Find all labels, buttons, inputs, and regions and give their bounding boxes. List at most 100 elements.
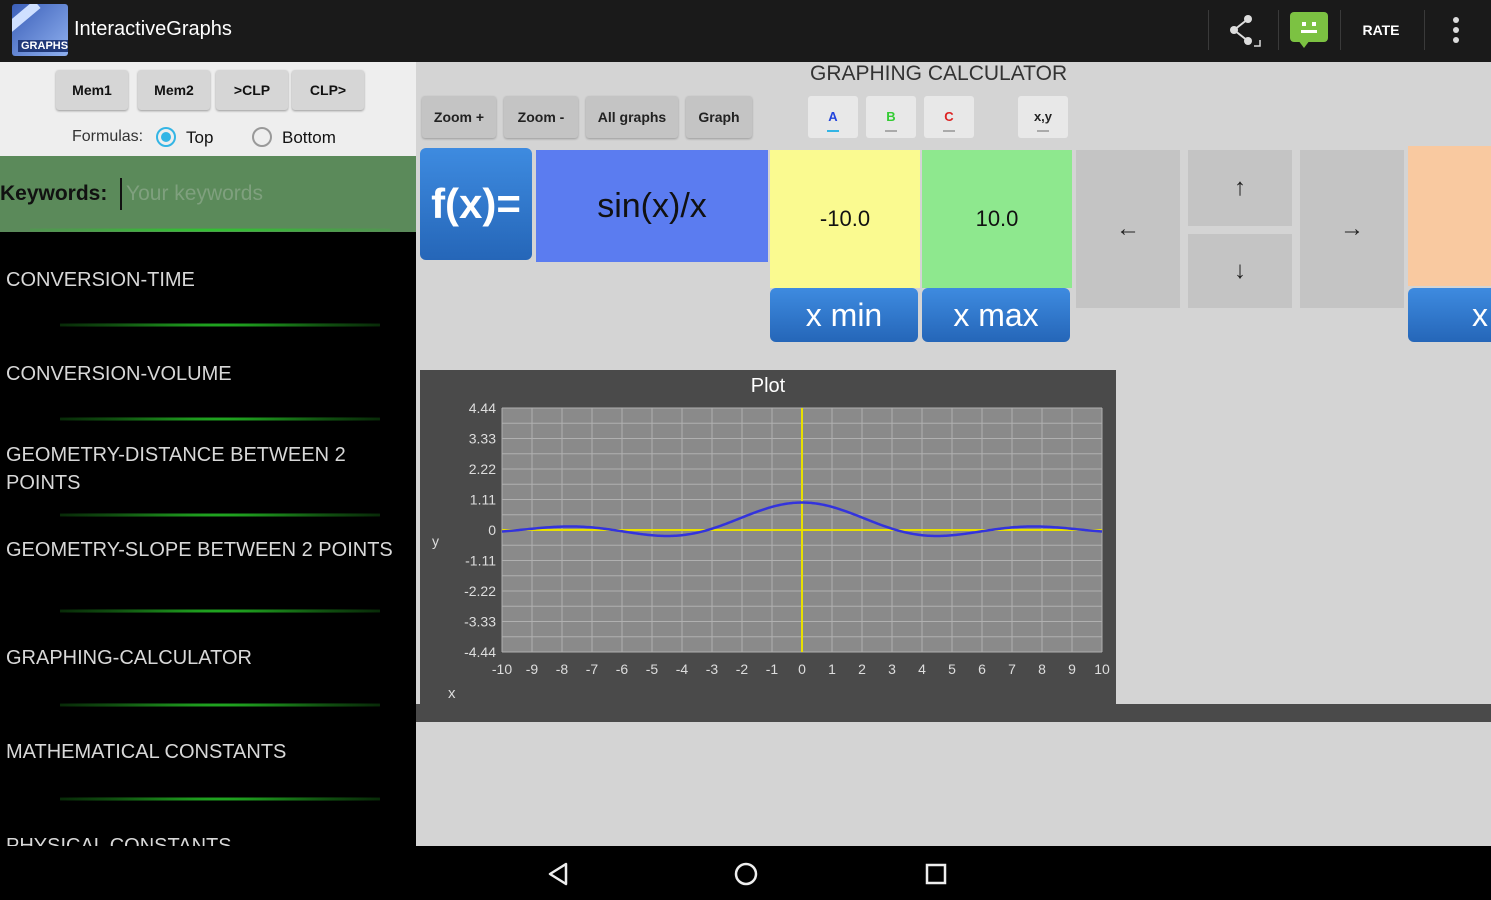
y-tick-label: 2.22 — [469, 461, 496, 477]
graph-b-button[interactable]: B — [866, 96, 916, 138]
ymin-field[interactable] — [1408, 146, 1491, 286]
x-tick-label: 4 — [918, 661, 926, 677]
pan-left-button[interactable]: ← — [1076, 150, 1180, 308]
home-icon[interactable] — [732, 860, 760, 888]
all-graphs-button[interactable]: All graphs — [586, 96, 678, 138]
xy-button[interactable]: x,y — [1018, 96, 1068, 138]
y-tick-label: -4.44 — [464, 644, 496, 660]
plot-area: Plot y x -10 -9 -8 -7 -6 -5 -4 -3 -2 -1 0 1 2 3 4 5 6 7 8 9… — [420, 370, 1116, 704]
graph-c-button[interactable]: C — [924, 96, 974, 138]
list-item[interactable]: CONVERSION-TIME — [0, 232, 416, 327]
y-tick-label: -3.33 — [464, 614, 496, 630]
copy-to-clipboard-button[interactable]: >CLP — [216, 70, 288, 110]
list-item-label: GRAPHING-CALCULATOR — [6, 647, 252, 669]
list-item-label: GEOMETRY-DISTANCE BETWEEN 2 POINTS — [6, 444, 346, 494]
graph-c-label: C — [944, 109, 954, 124]
recents-icon[interactable] — [922, 860, 950, 888]
list-item[interactable]: PHYSICAL CONSTANTS — [0, 800, 416, 846]
radio-top-label[interactable]: Top — [186, 128, 213, 148]
app-icon-label: GRAPHS — [18, 40, 68, 52]
mem2-button[interactable]: Mem2 — [138, 70, 210, 110]
x-tick-label: -5 — [646, 661, 659, 677]
xmin-button[interactable]: x min — [770, 288, 918, 342]
plot-chart: Plot y x -10 -9 -8 -7 -6 -5 -4 -3 -2 -1 0 1 2 3 4 5 6 7 8 9… — [432, 375, 1110, 702]
x-tick-label: -8 — [556, 661, 569, 677]
list-item-label: GEOMETRY-SLOPE BETWEEN 2 POINTS — [6, 539, 393, 561]
x-tick-label: 7 — [1008, 661, 1016, 677]
y-tick-label: -2.22 — [464, 583, 496, 599]
y-axis-label: y — [432, 533, 439, 549]
share-icon[interactable] — [1212, 10, 1274, 50]
x-tick-label: 2 — [858, 661, 866, 677]
x-tick-label: 5 — [948, 661, 956, 677]
overflow-menu-icon[interactable] — [1446, 14, 1466, 46]
radio-bottom-label[interactable]: Bottom — [282, 128, 336, 148]
formulas-label: Formulas: — [72, 128, 144, 145]
keywords-bar: Keywords: — [0, 156, 416, 232]
list-item[interactable]: MATHEMATICAL CONSTANTS — [0, 706, 416, 801]
x-tick-label: 0 — [798, 661, 806, 677]
mem1-button[interactable]: Mem1 — [56, 70, 128, 110]
chart-title: Plot — [751, 375, 786, 397]
rate-button[interactable]: RATE — [1350, 18, 1412, 42]
y-tick-label: 4.44 — [469, 400, 496, 416]
x-axis-label: x — [448, 685, 456, 702]
radio-top[interactable] — [156, 127, 176, 147]
list-item[interactable]: GEOMETRY-SLOPE BETWEEN 2 POINTS — [0, 516, 416, 613]
calculator-title: GRAPHING CALCULATOR — [810, 62, 1068, 85]
x-tick-label: -1 — [766, 661, 779, 677]
graph-b-label: B — [886, 109, 896, 124]
list-item[interactable]: CONVERSION-VOLUME — [0, 326, 416, 421]
list-item-label: CONVERSION-VOLUME — [6, 363, 232, 385]
y-tick-label: -1.11 — [465, 553, 496, 569]
plot-divider — [416, 704, 1491, 722]
y-tick-label: 3.33 — [469, 431, 496, 447]
system-navbar — [0, 846, 1491, 900]
graph-button[interactable]: Graph — [686, 96, 752, 138]
y-tick-label: 0 — [488, 522, 496, 538]
keywords-input[interactable] — [120, 178, 416, 210]
xmax-button[interactable]: x max — [922, 288, 1070, 342]
list-item[interactable]: GEOMETRY-DISTANCE BETWEEN 2 POINTS — [0, 420, 416, 517]
keyword-list: CONVERSION-TIME CONVERSION-VOLUME GEOMET… — [0, 232, 416, 846]
keywords-label: Keywords: — [0, 182, 108, 205]
x-tick-label: 8 — [1038, 661, 1046, 677]
function-input[interactable]: sin(x)/x — [536, 150, 768, 262]
x-tick-label: -7 — [586, 661, 599, 677]
xy-label: x,y — [1033, 109, 1053, 124]
y-tick-label: 1.11 — [470, 492, 496, 508]
zoom-out-button[interactable]: Zoom - — [504, 96, 578, 138]
x-tick-label: 10 — [1094, 661, 1110, 677]
x-tick-label: -6 — [616, 661, 629, 677]
action-bar: GRAPHS InteractiveGraphs RATE — [0, 0, 1491, 62]
x-tick-label: -2 — [736, 661, 749, 677]
back-icon[interactable] — [544, 860, 572, 888]
x-tick-label: 1 — [828, 661, 836, 677]
zoom-in-button[interactable]: Zoom + — [422, 96, 496, 138]
x-tick-label: -9 — [526, 661, 539, 677]
pan-down-button[interactable]: ↓ — [1188, 234, 1292, 308]
list-item-label: MATHEMATICAL CONSTANTS — [6, 741, 287, 763]
pan-up-button[interactable]: ↑ — [1188, 150, 1292, 226]
app-icon[interactable]: GRAPHS — [12, 4, 68, 56]
app-title: InteractiveGraphs — [74, 18, 232, 40]
list-item[interactable]: GRAPHING-CALCULATOR — [0, 612, 416, 707]
partial-button[interactable]: x — [1408, 288, 1491, 342]
x-tick-label: -4 — [676, 661, 689, 677]
xmax-field[interactable]: 10.0 — [922, 150, 1072, 288]
x-tick-label: 3 — [888, 661, 896, 677]
radio-bottom[interactable] — [252, 127, 272, 147]
x-tick-label: -3 — [706, 661, 719, 677]
android-chat-icon[interactable] — [1290, 12, 1328, 48]
pan-right-button[interactable]: → — [1300, 150, 1404, 308]
list-item-label: PHYSICAL CONSTANTS — [6, 835, 232, 846]
formula-controls: Mem1 Mem2 >CLP CLP> Formulas: Top Bottom — [0, 62, 416, 156]
fx-label[interactable]: f(x)= — [420, 148, 532, 260]
paste-from-clipboard-button[interactable]: CLP> — [292, 70, 364, 110]
xmin-field[interactable]: -10.0 — [770, 150, 920, 288]
calculator-panel: GRAPHING CALCULATOR Zoom + Zoom - All gr… — [416, 62, 1491, 846]
list-item-label: CONVERSION-TIME — [6, 269, 195, 291]
graph-a-label: A — [828, 109, 838, 124]
x-tick-label: -10 — [492, 661, 512, 677]
graph-a-button[interactable]: A — [808, 96, 858, 138]
